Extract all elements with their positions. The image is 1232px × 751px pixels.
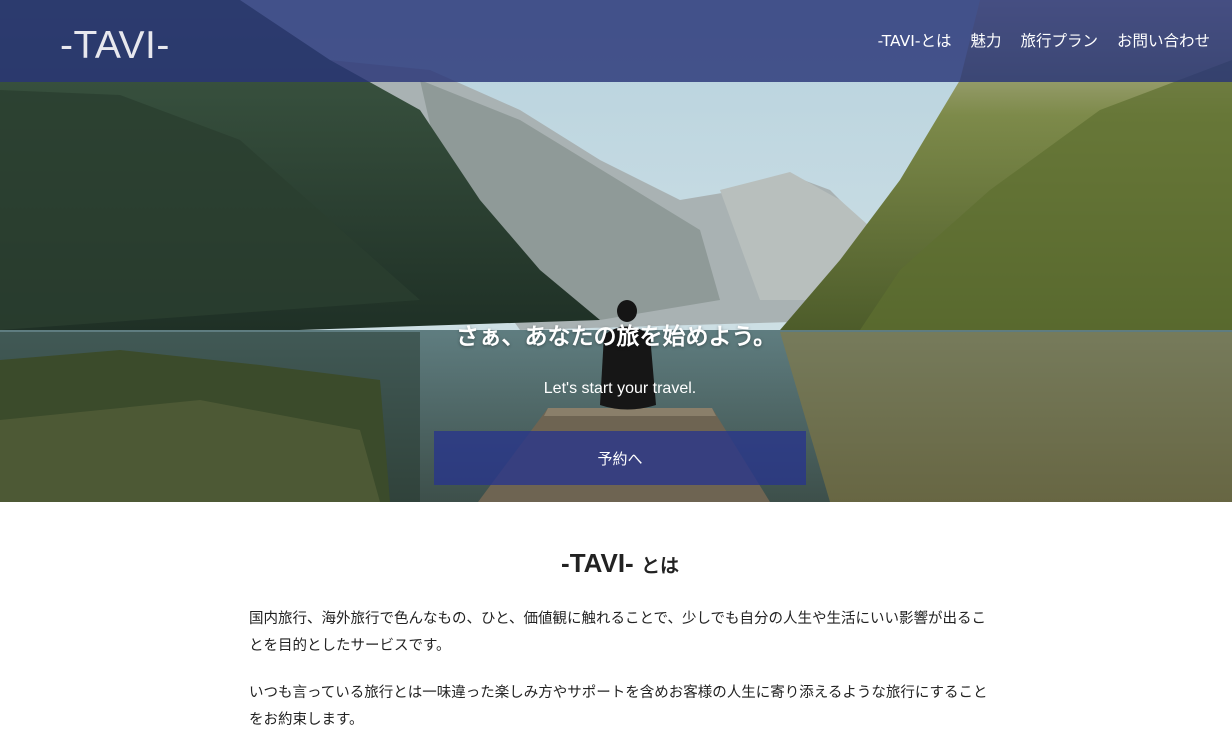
nav-link-appeal[interactable]: 魅力 [970,29,1001,51]
about-section: -TAVI- とは 国内旅行、海外旅行で色んなもの、ひと、価値観に触れることで、… [0,502,1232,751]
about-paragraph: いつも言っている旅行とは一味違った楽しみ方やサポートを含めお客様の人生に寄り添え… [249,685,988,728]
nav-link-contact[interactable]: お問い合わせ [1117,29,1210,51]
about-title: -TAVI- とは [0,548,1232,579]
nav-link-travel-plans[interactable]: 旅行プラン [1020,29,1098,51]
about-title-brand: -TAVI- [561,548,634,578]
hero-section: -TAVI- -TAVI-とは 魅力 旅行プラン お問い合わせ さぁ、あなたの旅… [0,0,1232,502]
reserve-button[interactable]: 予約へ [434,431,806,485]
site-logo[interactable]: -TAVI- [60,24,170,68]
hero-subtitle: Let's start your travel. [543,380,697,397]
main-nav: -TAVI-とは 魅力 旅行プラン お問い合わせ [878,29,1210,51]
about-paragraph: 国内旅行、海外旅行で色んなもの、ひと、価値観に触れることで、少しでも自分の人生や… [249,611,987,654]
hero-title: さぁ、あなたの旅を始めよう。 [455,324,777,350]
site-header: -TAVI- -TAVI-とは 魅力 旅行プラン お問い合わせ [0,0,1232,82]
nav-link-about[interactable]: -TAVI-とは [878,29,952,51]
about-title-suffix: とは [640,555,679,577]
